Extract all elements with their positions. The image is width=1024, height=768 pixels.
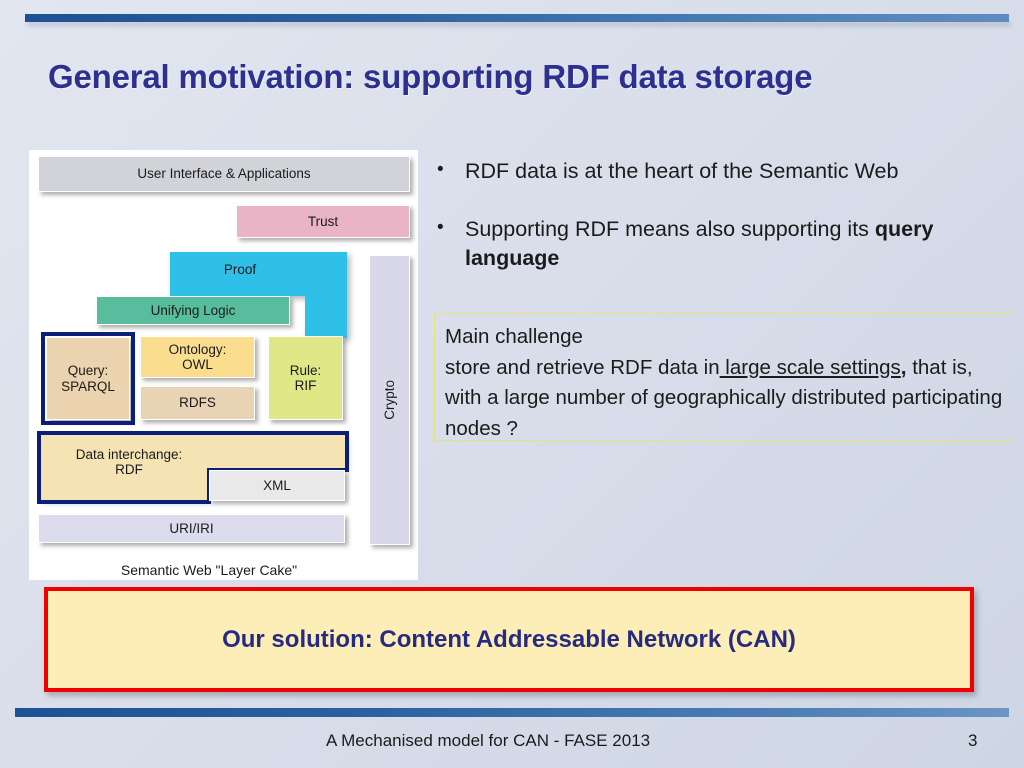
- bullet-text: RDF data is at the heart of the Semantic…: [465, 157, 1017, 187]
- main-challenge-box: Main challenge store and retrieve RDF da…: [434, 313, 1016, 441]
- solution-banner: Our solution: Content Addressable Networ…: [44, 587, 974, 692]
- layer-block-ontology-owl: Ontology: OWL: [140, 336, 255, 378]
- layer-block-trust: Trust: [236, 205, 410, 238]
- page-title: General motivation: supporting RDF data …: [48, 58, 813, 95]
- challenge-text-pre: store and retrieve RDF data in: [445, 355, 720, 379]
- semantic-web-layer-cake-figure: User Interface & Applications Trust Proo…: [29, 150, 418, 580]
- bullet-dot-icon: •: [437, 216, 444, 238]
- bullet-list: • RDF data is at the heart of the Semant…: [437, 157, 1017, 302]
- challenge-text-underlined: large scale settings: [719, 355, 901, 379]
- bottom-decorative-rule: [15, 708, 1009, 717]
- bullet-dot-icon: •: [437, 159, 444, 180]
- layer-block-crypto-label: Crypto: [381, 380, 397, 420]
- layer-block-unifying-logic: Unifying Logic: [96, 296, 290, 325]
- layer-block-ui: User Interface & Applications: [38, 156, 410, 192]
- layer-block-xml: XML: [209, 470, 345, 501]
- main-challenge-body: store and retrieve RDF data in large sca…: [445, 353, 1003, 445]
- bullet-text: Supporting RDF means also supporting its…: [465, 215, 1017, 274]
- layer-block-rdfs: RDFS: [140, 386, 255, 420]
- top-decorative-rule: [25, 14, 1009, 22]
- highlight-ring-query-sparql: [41, 332, 135, 425]
- layer-block-proof: Proof: [170, 252, 347, 338]
- list-item: • Supporting RDF means also supporting i…: [437, 215, 1017, 274]
- figure-caption: Semantic Web "Layer Cake": [120, 562, 298, 578]
- solution-banner-text: Our solution: Content Addressable Networ…: [222, 625, 796, 653]
- layer-block-uri-iri: URI/IRI: [38, 514, 345, 543]
- layer-block-crypto: Crypto: [369, 255, 410, 545]
- main-challenge-heading: Main challenge: [445, 325, 583, 348]
- footer-text: A Mechanised model for CAN - FASE 2013: [326, 731, 651, 750]
- layer-cake-diagram: User Interface & Applications Trust Proo…: [29, 150, 418, 580]
- footer-page-number: 3: [968, 731, 978, 750]
- layer-block-rule-rif: Rule: RIF: [268, 336, 343, 420]
- bullet-text-plain: Supporting RDF means also supporting its: [465, 216, 875, 241]
- top-rule-shadow: [27, 22, 1011, 26]
- list-item: • RDF data is at the heart of the Semant…: [437, 157, 1017, 187]
- layer-block-proof-label: Proof: [223, 262, 257, 277]
- bullet-text-plain: RDF data is at the heart of the Semantic…: [465, 159, 899, 183]
